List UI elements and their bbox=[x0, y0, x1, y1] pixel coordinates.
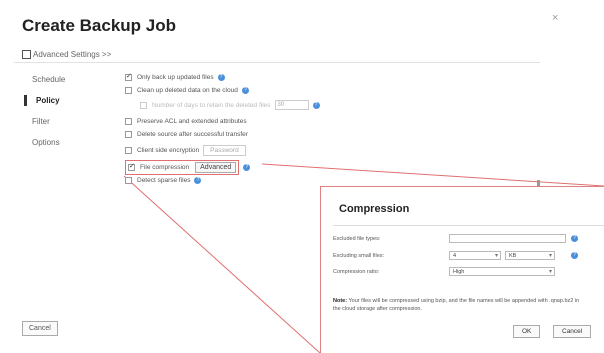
option-clean-deleted[interactable]: Clean up deleted data on the cloud ? bbox=[125, 87, 249, 94]
divider bbox=[14, 62, 540, 63]
compression-dialog: Compression Excluded file types: ? Exclu… bbox=[320, 186, 604, 353]
sidebar-item-filter[interactable]: Filter bbox=[32, 117, 50, 126]
client-encryption-checkbox[interactable] bbox=[125, 147, 132, 154]
sidebar-item-policy[interactable]: Policy bbox=[36, 96, 60, 105]
advanced-settings-label: Advanced Settings >> bbox=[33, 50, 112, 59]
small-files-unit-select[interactable]: KB bbox=[505, 251, 555, 261]
password-button[interactable]: Password bbox=[203, 145, 246, 156]
detect-sparse-label: Detect sparse files bbox=[137, 177, 191, 184]
help-icon[interactable]: ? bbox=[243, 164, 251, 171]
file-compression-checkbox[interactable] bbox=[128, 162, 135, 171]
note-text: Your files will be compressed using bzip… bbox=[333, 298, 580, 312]
compression-title: Compression bbox=[339, 203, 410, 215]
sidebar-item-options[interactable]: Options bbox=[32, 138, 60, 147]
preserve-acl-label: Preserve ACL and extended attributes bbox=[137, 118, 247, 125]
option-preserve-acl[interactable]: Preserve ACL and extended attributes bbox=[125, 118, 247, 125]
advanced-button[interactable]: Advanced bbox=[195, 162, 237, 173]
cancel-button[interactable]: Cancel bbox=[22, 321, 58, 336]
option-detect-sparse[interactable]: Detect sparse files ? bbox=[125, 177, 202, 184]
note-prefix: Note: bbox=[333, 298, 348, 304]
help-icon[interactable]: ? bbox=[241, 87, 249, 94]
divider bbox=[333, 225, 604, 226]
small-files-label: Excluding small files: bbox=[333, 253, 385, 259]
sidebar-item-schedule[interactable]: Schedule bbox=[32, 75, 65, 84]
option-retain-days: Number of days to retain the deleted fil… bbox=[140, 100, 320, 110]
ratio-label: Compression ratio: bbox=[333, 269, 380, 275]
delete-source-label: Delete source after successful transfer bbox=[137, 131, 248, 138]
excluded-types-input[interactable] bbox=[449, 234, 566, 243]
preserve-acl-checkbox[interactable] bbox=[125, 118, 132, 125]
retain-days-label: Number of days to retain the deleted fil… bbox=[152, 101, 271, 109]
callout-line-left bbox=[123, 175, 321, 353]
only-updated-checkbox[interactable] bbox=[125, 72, 132, 81]
popup-cancel-button[interactable]: Cancel bbox=[553, 325, 592, 338]
ok-button[interactable]: OK bbox=[513, 325, 541, 338]
retain-days-checkbox[interactable] bbox=[140, 101, 147, 109]
active-indicator bbox=[24, 95, 27, 106]
ratio-value: High bbox=[453, 269, 465, 275]
help-icon[interactable]: ? bbox=[217, 74, 225, 81]
dialog-title: Create Backup Job bbox=[22, 16, 176, 35]
option-delete-source[interactable]: Delete source after successful transfer bbox=[125, 131, 248, 138]
clean-deleted-checkbox[interactable] bbox=[125, 87, 132, 94]
option-file-compression[interactable]: File compression Advanced ? bbox=[125, 160, 251, 175]
only-updated-label: Only back up updated files bbox=[137, 74, 214, 81]
small-files-unit: KB bbox=[509, 253, 517, 259]
delete-source-checkbox[interactable] bbox=[125, 131, 132, 138]
help-icon[interactable]: ? bbox=[571, 252, 578, 259]
retain-days-input[interactable]: 30 bbox=[274, 100, 309, 110]
ratio-select[interactable]: High bbox=[449, 267, 555, 277]
detect-sparse-checkbox[interactable] bbox=[125, 177, 132, 184]
option-client-encryption[interactable]: Client side encryption Password bbox=[125, 145, 246, 156]
highlight-box: File compression Advanced bbox=[125, 160, 240, 175]
file-compression-label: File compression bbox=[140, 164, 190, 171]
advanced-settings-toggle[interactable]: Advanced Settings >> bbox=[22, 50, 111, 59]
client-encryption-label: Client side encryption bbox=[137, 147, 200, 154]
collapse-icon bbox=[22, 50, 31, 59]
excluded-types-label: Excluded file types: bbox=[333, 236, 381, 242]
small-files-select[interactable]: 4 bbox=[449, 251, 501, 261]
close-icon[interactable]: × bbox=[552, 12, 558, 24]
clean-deleted-label: Clean up deleted data on the cloud bbox=[137, 87, 238, 94]
help-icon[interactable]: ? bbox=[312, 101, 320, 109]
help-icon[interactable]: ? bbox=[571, 235, 578, 242]
compression-note: Note: Your files will be compressed usin… bbox=[333, 297, 583, 313]
small-files-value: 4 bbox=[453, 253, 457, 259]
option-only-updated[interactable]: Only back up updated files ? bbox=[125, 72, 225, 81]
callout-line-right bbox=[261, 163, 604, 187]
help-icon[interactable]: ? bbox=[194, 177, 202, 184]
